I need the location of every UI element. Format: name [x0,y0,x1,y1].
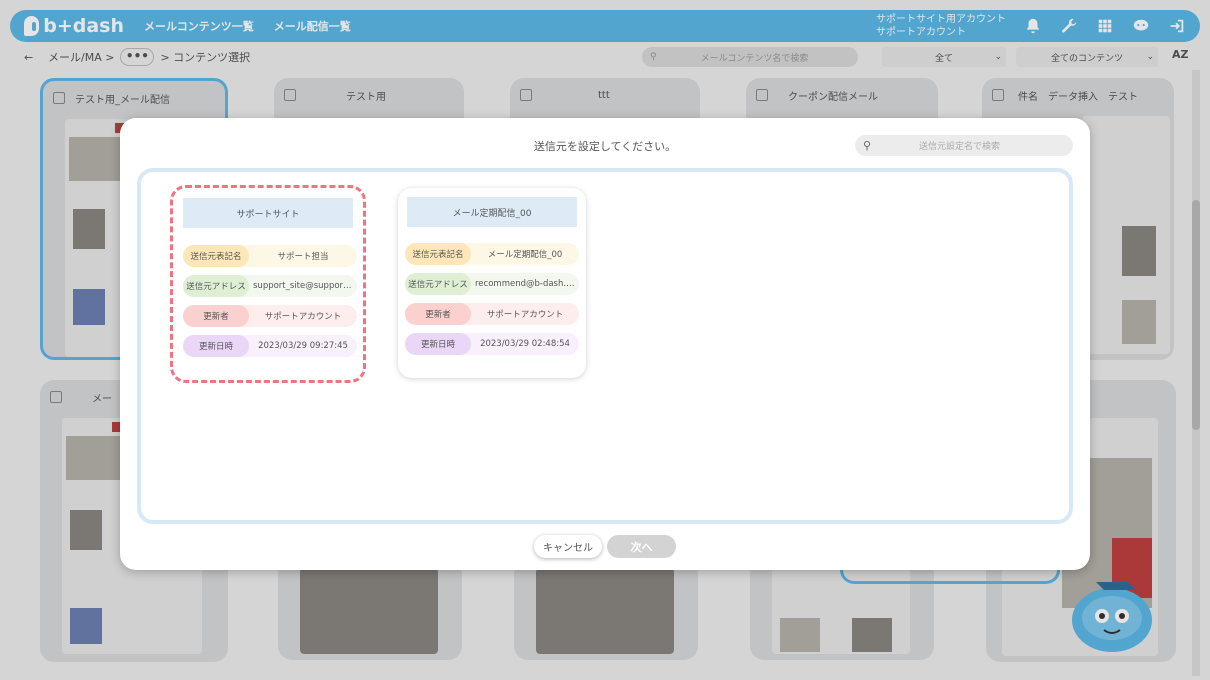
row-label: 送信元表記名 [183,245,249,267]
sender-name: サポートサイト [183,198,353,228]
sender-address-row: 送信元アドレス support_site@support.b-dash.com [183,275,357,297]
sender-display-name-row: 送信元表記名 サポート担当 [183,245,357,267]
row-value: メール定期配信_00 [487,250,563,260]
row-label: 更新者 [405,303,471,325]
row-value: recommend@b-dash.com [475,279,579,289]
sender-display-name-row: 送信元表記名 メール定期配信_00 [405,243,579,265]
row-label: 送信元表記名 [405,243,471,265]
sender-card[interactable]: サポートサイト 送信元表記名 サポート担当 送信元アドレス support_si… [170,185,366,383]
updated-by-row: 更新者 サポートアカウント [183,305,357,327]
row-label: 送信元アドレス [183,275,249,297]
row-label: 更新日時 [183,335,249,357]
sender-select-modal: 送信元を設定してください。 ⚲ 送信元設定名で検索 サポートサイト 送信元表記名… [120,118,1090,570]
row-value: サポートアカウント [486,310,564,320]
sender-card[interactable]: メール定期配信_00 送信元表記名 メール定期配信_00 送信元アドレス rec… [398,188,586,378]
updated-by-row: 更新者 サポートアカウント [405,303,579,325]
row-value: サポート担当 [277,252,329,262]
updated-at-row: 更新日時 2023/03/29 02:48:54 [405,333,579,355]
row-value: サポートアカウント [264,312,342,322]
search-icon: ⚲ [863,139,872,152]
next-button[interactable]: 次へ [607,535,676,558]
row-value: support_site@support.b-dash.com [253,281,357,291]
sender-address-row: 送信元アドレス recommend@b-dash.com [405,273,579,295]
row-label: 更新日時 [405,333,471,355]
updated-at-row: 更新日時 2023/03/29 09:27:45 [183,335,357,357]
sender-search-input[interactable]: ⚲ 送信元設定名で検索 [855,135,1073,156]
row-value: 2023/03/29 09:27:45 [258,341,348,351]
sender-list: サポートサイト 送信元表記名 サポート担当 送信元アドレス support_si… [137,168,1073,524]
cancel-button[interactable]: キャンセル [534,535,602,558]
sender-name: メール定期配信_00 [407,197,577,227]
row-value: 2023/03/29 02:48:54 [480,339,570,349]
row-label: 送信元アドレス [405,273,471,295]
row-label: 更新者 [183,305,249,327]
search-placeholder: 送信元設定名で検索 [919,142,1001,152]
